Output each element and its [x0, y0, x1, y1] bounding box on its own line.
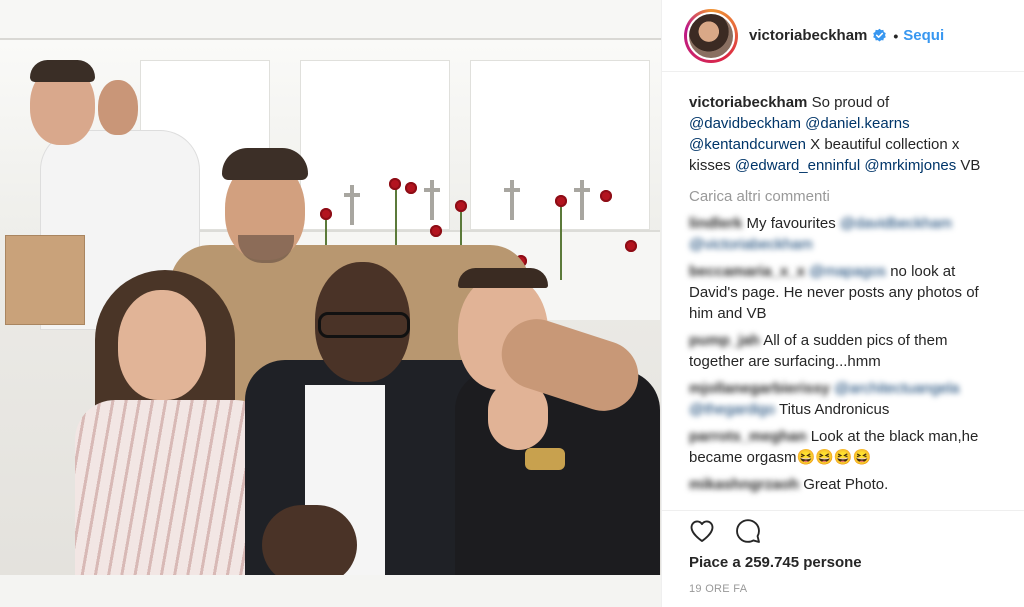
- photo-flower: [625, 240, 637, 252]
- likes-count[interactable]: Piace a 259.745 persone: [689, 554, 862, 571]
- photo-shopping-bag: [5, 235, 85, 325]
- comment-icon[interactable]: [734, 517, 762, 545]
- post-photo[interactable]: [0, 0, 661, 607]
- comment-username[interactable]: mikashngrzaoh: [689, 476, 799, 493]
- caption-mention[interactable]: @edward_enninful: [735, 157, 860, 174]
- comment-item: beccamaria_x_x @mapagos no look at David…: [689, 261, 999, 324]
- photo-stem: [395, 185, 397, 245]
- comment-item: lindlerk My favourites @davidbeckham @vi…: [689, 213, 999, 255]
- caption-mention[interactable]: @davidbeckham: [689, 115, 801, 132]
- post-header: victoriabeckham • Sequi: [662, 0, 1024, 72]
- comment-text: Titus Andronicus: [779, 401, 890, 418]
- photo-cross: [424, 180, 440, 220]
- post-actions: Piace a 259.745 persone 19 ORE FA: [662, 510, 1024, 607]
- caption-mention[interactable]: @daniel.kearns: [805, 115, 909, 132]
- photo-flower: [389, 178, 401, 190]
- comment-item: mjollanegarbierissy @architectuangela @t…: [689, 378, 999, 420]
- comment-item: pump_jah All of a sudden pics of them to…: [689, 330, 999, 372]
- comment-username[interactable]: mjollanegarbierissy: [689, 380, 830, 397]
- photo-cross: [344, 185, 360, 225]
- photo-flower: [430, 225, 442, 237]
- post-timestamp[interactable]: 19 ORE FA: [689, 583, 747, 595]
- comment-item: mikashngrzaoh Great Photo.: [689, 474, 999, 495]
- caption-username[interactable]: victoriabeckham: [689, 94, 807, 111]
- caption-text: So proud of: [811, 94, 890, 111]
- comment-username[interactable]: parrots_meghan: [689, 428, 807, 445]
- avatar-image: [687, 11, 735, 60]
- follow-button[interactable]: Sequi: [903, 27, 944, 44]
- header-username[interactable]: victoriabeckham: [749, 27, 867, 44]
- heart-icon[interactable]: [688, 517, 716, 545]
- photo-flower: [555, 195, 567, 207]
- photo-flower: [600, 190, 612, 202]
- photo-flower: [455, 200, 467, 212]
- load-more-comments-button[interactable]: Carica altri commenti: [689, 186, 999, 207]
- comment-username[interactable]: pump_jah: [689, 332, 760, 349]
- photo-flower: [405, 182, 417, 194]
- separator-dot: •: [893, 27, 899, 44]
- post-side-panel: victoriabeckham • Sequi victoriabeckham …: [661, 0, 1024, 607]
- photo-cross: [574, 180, 590, 220]
- post-caption: victoriabeckham So proud of @davidbeckha…: [689, 92, 999, 176]
- photo-foreground-table: [0, 575, 661, 607]
- photo-flower: [320, 208, 332, 220]
- comment-item: parrots_meghan Look at the black man,he …: [689, 426, 999, 468]
- comment-text: My favourites: [746, 215, 836, 232]
- photo-ceiling: [0, 0, 661, 40]
- photo-cross: [504, 180, 520, 220]
- comments-section: victoriabeckham So proud of @davidbeckha…: [689, 92, 999, 495]
- caption-mention[interactable]: @kentandcurwen: [689, 136, 806, 153]
- photo-window: [300, 60, 450, 230]
- comment-text: Great Photo.: [803, 476, 889, 493]
- comment-mention[interactable]: @mapagos: [809, 263, 886, 280]
- caption-mention[interactable]: @mrkimjones: [864, 157, 956, 174]
- comment-username[interactable]: lindlerk: [689, 215, 742, 232]
- photo-stem: [560, 200, 562, 280]
- action-icons: [688, 517, 762, 545]
- avatar[interactable]: [684, 8, 738, 63]
- caption-text: VB: [960, 157, 981, 174]
- comment-username[interactable]: beccamaria_x_x: [689, 263, 805, 280]
- verified-badge-icon: [873, 28, 887, 42]
